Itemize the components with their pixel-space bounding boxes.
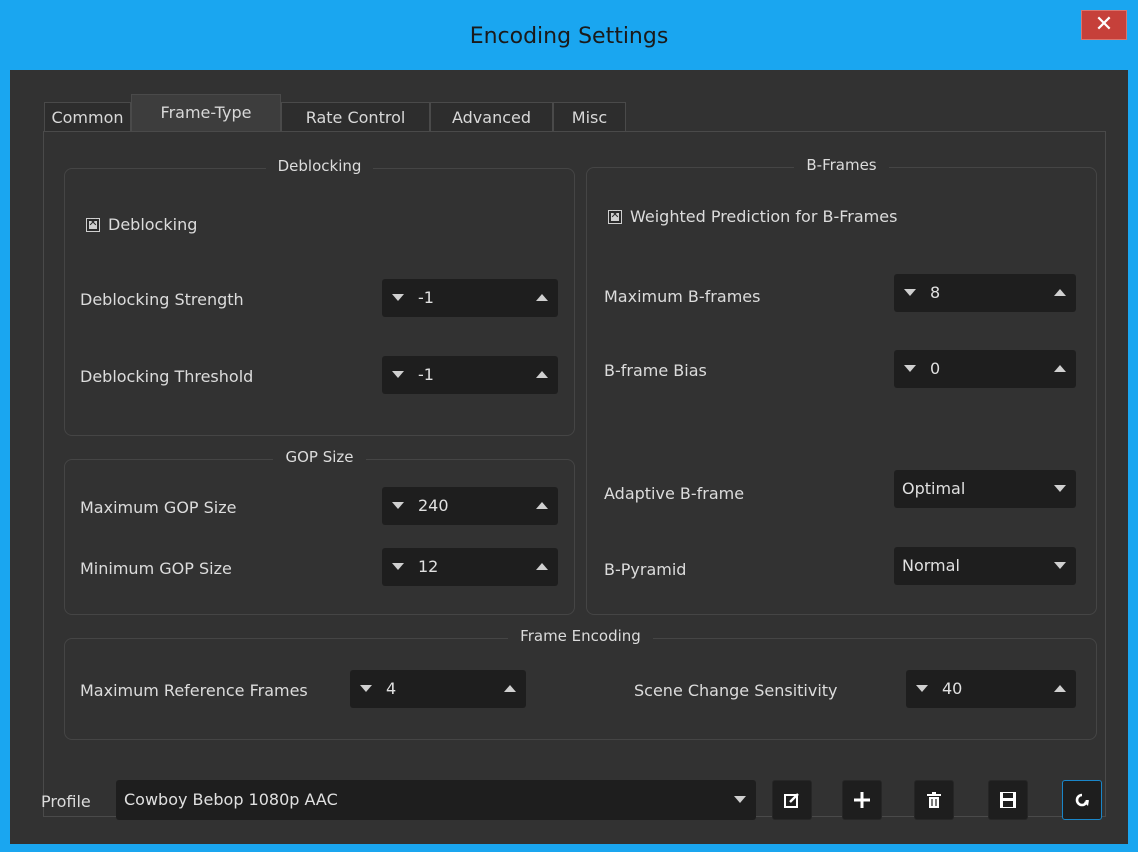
scene-change-label: Scene Change Sensitivity (634, 681, 838, 700)
max-reference-frames-spinbox[interactable]: 4 (350, 670, 526, 708)
adaptive-b-frame-value[interactable]: Optimal (902, 479, 965, 498)
title-bar: Encoding Settings ✕ (0, 0, 1138, 70)
refresh-icon[interactable] (1073, 791, 1091, 809)
tab-rate-control[interactable]: Rate Control (281, 102, 430, 132)
frame-encoding-group-title: Frame Encoding (508, 627, 653, 645)
increment-icon[interactable] (1054, 289, 1066, 296)
max-b-frames-spinbox[interactable]: 8 (894, 274, 1076, 312)
deblocking-checkbox-label: Deblocking (108, 215, 198, 234)
increment-icon[interactable] (536, 371, 548, 378)
b-frame-bias-value[interactable]: 0 (930, 359, 940, 378)
max-reference-frames-label: Maximum Reference Frames (80, 681, 308, 700)
gop-size-group: GOP Size (64, 448, 575, 615)
decrement-icon[interactable] (392, 502, 404, 509)
deblocking-threshold-value[interactable]: -1 (418, 365, 434, 384)
tab-misc[interactable]: Misc (553, 102, 626, 132)
increment-icon[interactable] (536, 294, 548, 301)
deblocking-threshold-spinbox[interactable]: -1 (382, 356, 558, 394)
increment-icon[interactable] (504, 685, 516, 692)
scene-change-spinbox[interactable]: 40 (906, 670, 1076, 708)
b-pyramid-label: B-Pyramid (604, 560, 687, 579)
save-profile-button[interactable] (988, 780, 1028, 820)
increment-icon[interactable] (536, 502, 548, 509)
save-icon[interactable] (1000, 792, 1016, 808)
max-gop-label: Maximum GOP Size (80, 498, 237, 517)
chevron-down-icon[interactable] (1054, 485, 1066, 492)
decrement-icon[interactable] (904, 289, 916, 296)
max-b-frames-label: Maximum B-frames (604, 287, 761, 306)
max-gop-spinbox[interactable]: 240 (382, 487, 558, 525)
profile-label: Profile (41, 792, 91, 811)
min-gop-spinbox[interactable]: 12 (382, 548, 558, 586)
deblocking-checkbox[interactable]: Deblocking (86, 215, 197, 234)
deblocking-group-title: Deblocking (265, 157, 374, 175)
window: Encoding Settings ✕ Common Frame-Type Ra… (0, 0, 1138, 852)
delete-profile-button[interactable] (914, 780, 954, 820)
deblocking-threshold-label: Deblocking Threshold (80, 367, 254, 386)
min-gop-label: Minimum GOP Size (80, 559, 232, 578)
min-gop-value[interactable]: 12 (418, 557, 438, 576)
b-frame-bias-spinbox[interactable]: 0 (894, 350, 1076, 388)
max-gop-value[interactable]: 240 (418, 496, 449, 515)
adaptive-b-frame-select[interactable]: Optimal (894, 470, 1076, 508)
add-icon[interactable] (853, 791, 871, 809)
deblocking-strength-value[interactable]: -1 (418, 288, 434, 307)
adaptive-b-frame-label: Adaptive B-frame (604, 484, 745, 503)
dialog-body: Common Frame-Type Rate Control Advanced … (10, 70, 1128, 844)
max-reference-frames-value[interactable]: 4 (386, 679, 396, 698)
refresh-profile-button[interactable] (1062, 780, 1102, 820)
gop-size-group-title: GOP Size (273, 448, 366, 466)
trash-icon[interactable] (927, 792, 941, 808)
decrement-icon[interactable] (904, 365, 916, 372)
tab-common[interactable]: Common (44, 102, 131, 132)
increment-icon[interactable] (1054, 685, 1066, 692)
b-frame-bias-label: B-frame Bias (604, 361, 707, 380)
frame-type-panel: Deblocking Deblocking Deblocking Strengt… (43, 131, 1106, 817)
checkbox-checked-icon[interactable] (608, 208, 622, 224)
tab-advanced[interactable]: Advanced (430, 102, 553, 132)
close-button[interactable]: ✕ (1081, 10, 1127, 40)
edit-icon[interactable] (784, 792, 800, 808)
profile-value[interactable]: Cowboy Bebop 1080p AAC (124, 790, 338, 809)
window-title: Encoding Settings (469, 24, 669, 49)
increment-icon[interactable] (1054, 365, 1066, 372)
scene-change-value[interactable]: 40 (942, 679, 962, 698)
decrement-icon[interactable] (392, 294, 404, 301)
weighted-prediction-checkbox[interactable]: Weighted Prediction for B-Frames (608, 207, 897, 226)
decrement-icon[interactable] (360, 685, 372, 692)
increment-icon[interactable] (536, 563, 548, 570)
tab-frame-type[interactable]: Frame-Type (131, 94, 281, 132)
edit-profile-button[interactable] (772, 780, 812, 820)
checkbox-checked-icon[interactable] (86, 216, 100, 232)
deblocking-strength-spinbox[interactable]: -1 (382, 279, 558, 317)
b-pyramid-value[interactable]: Normal (902, 556, 960, 575)
chevron-down-icon[interactable] (1054, 562, 1066, 569)
weighted-prediction-label: Weighted Prediction for B-Frames (630, 207, 898, 226)
decrement-icon[interactable] (392, 371, 404, 378)
decrement-icon[interactable] (916, 685, 928, 692)
chevron-down-icon[interactable] (734, 796, 746, 803)
b-pyramid-select[interactable]: Normal (894, 547, 1076, 585)
profile-select[interactable]: Cowboy Bebop 1080p AAC (116, 780, 756, 820)
max-b-frames-value[interactable]: 8 (930, 283, 940, 302)
add-profile-button[interactable] (842, 780, 882, 820)
decrement-icon[interactable] (392, 563, 404, 570)
b-frames-group-title: B-Frames (794, 156, 889, 174)
deblocking-strength-label: Deblocking Strength (80, 290, 244, 309)
